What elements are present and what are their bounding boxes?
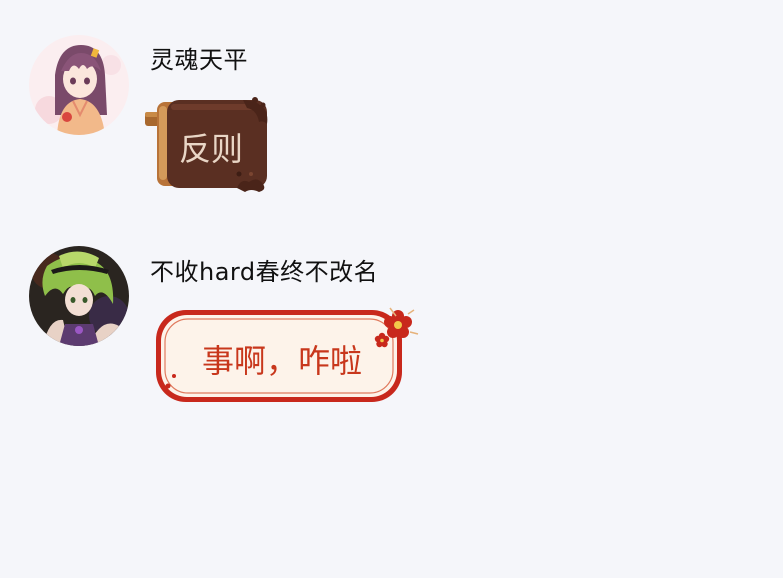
sender-avatar[interactable] [29,35,129,135]
message-text: 反则 [179,130,244,168]
chat-bubble[interactable]: 事啊，咋啦 [152,296,420,408]
sender-name: 不收hard春终不改名 [150,258,379,286]
sender-name: 灵魂天平 [150,46,248,74]
chat-bubble[interactable]: 反则 [143,96,273,192]
anime-green-hair-avatar-icon [29,246,129,346]
message-text: 事啊，咋啦 [202,342,363,380]
anime-girl-avatar-icon [29,35,129,135]
sender-avatar[interactable] [29,246,129,346]
chat-message-list: 灵魂天平 反则 不收hard春终不改名 事啊，咋啦 [0,0,783,578]
